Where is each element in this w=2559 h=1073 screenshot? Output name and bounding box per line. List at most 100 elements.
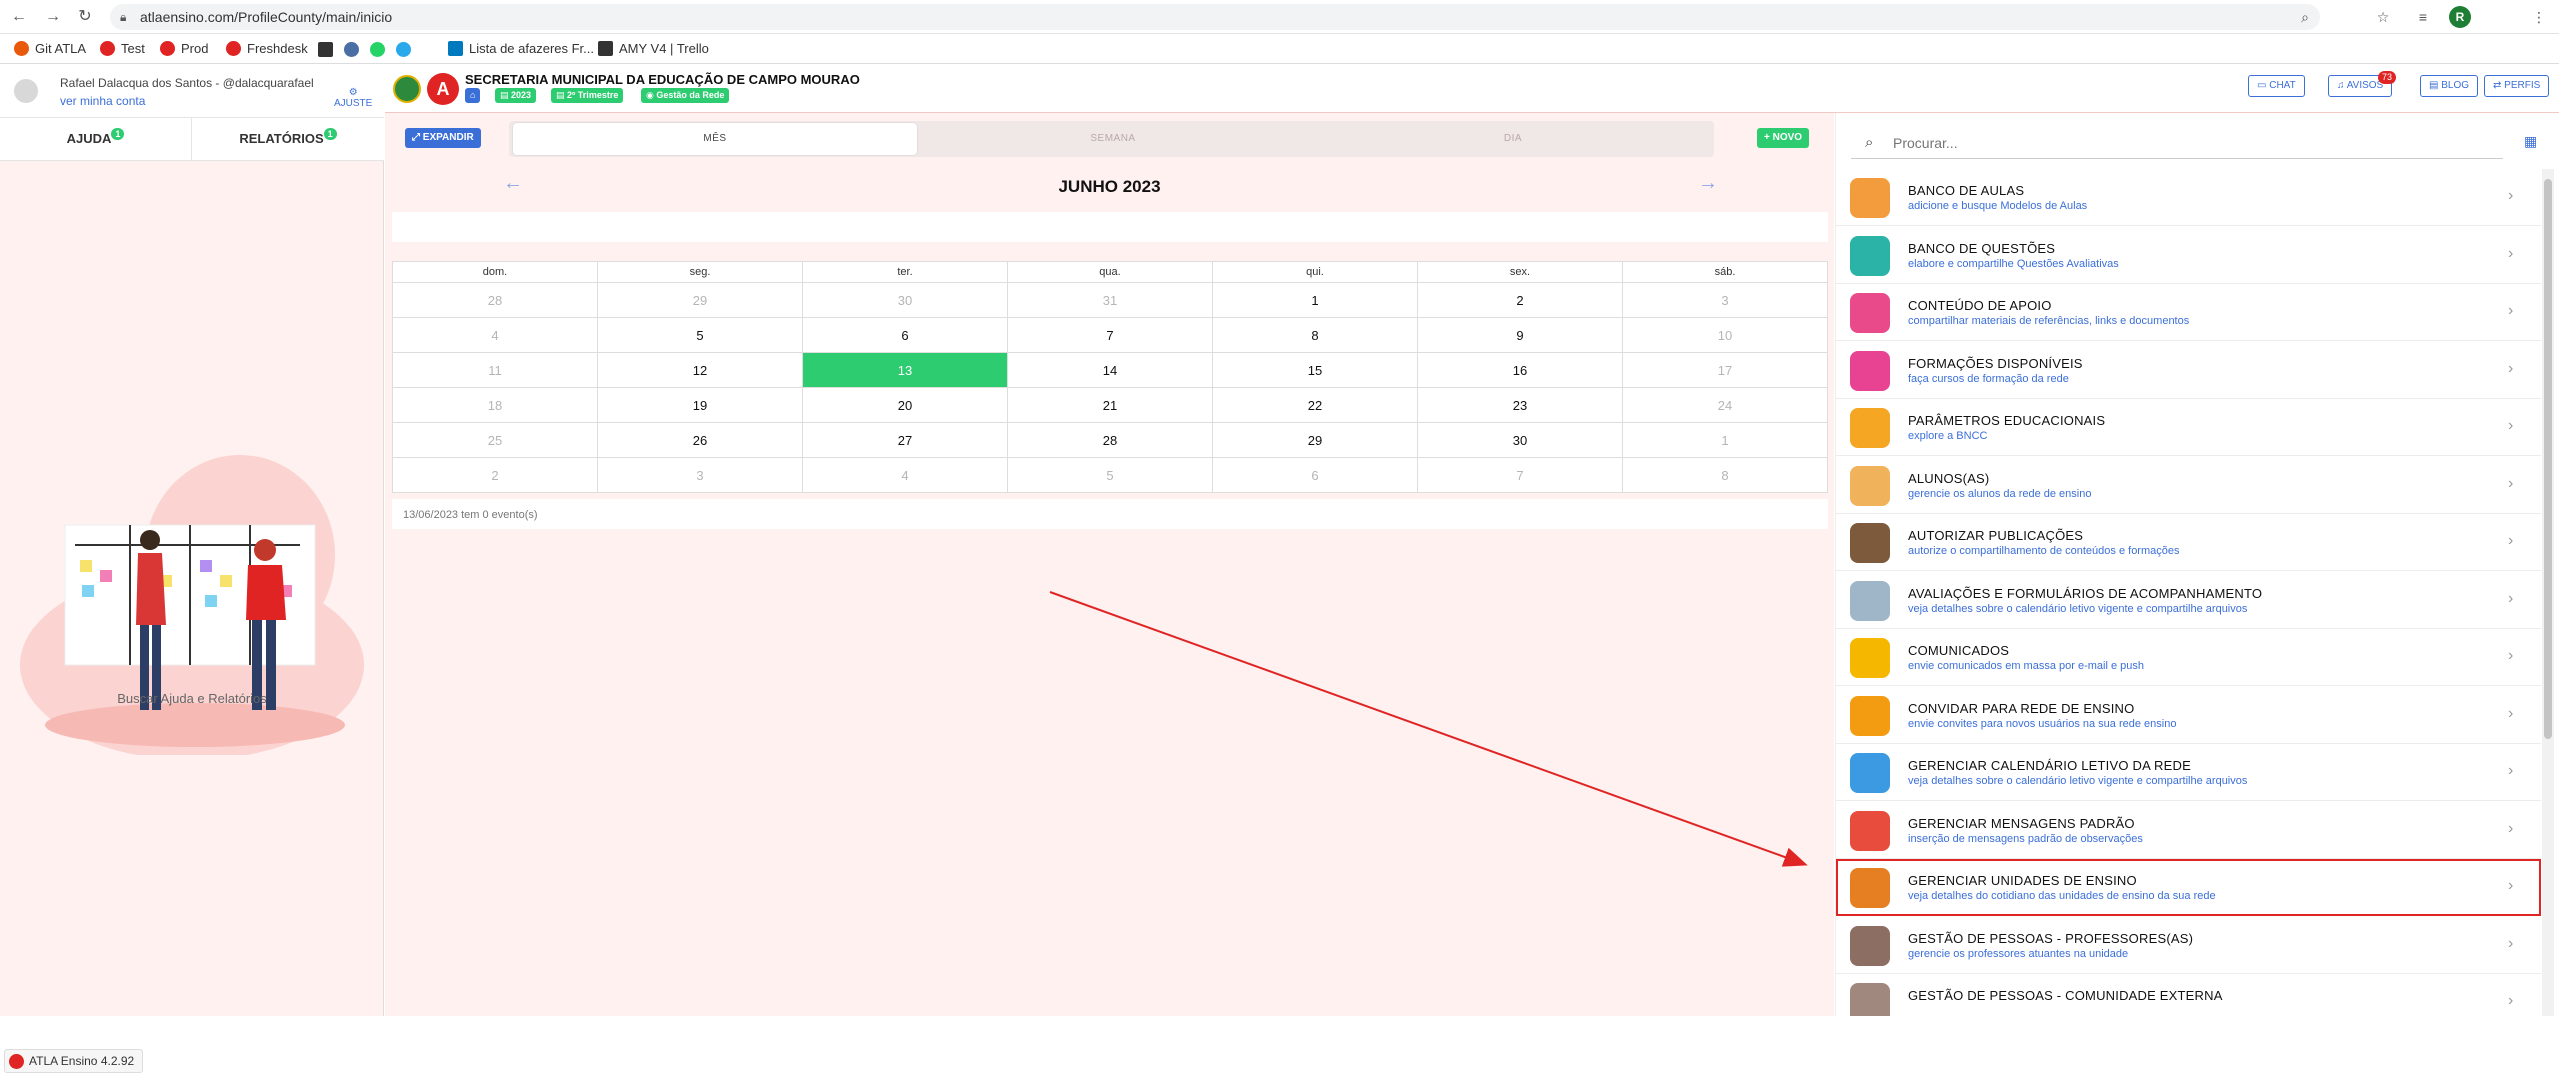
forward-icon[interactable]: → [44, 8, 62, 26]
profile-avatar[interactable]: R [2449, 6, 2471, 28]
home-chip[interactable]: ⌂ [465, 88, 481, 103]
account-link[interactable]: ver minha conta [60, 94, 145, 108]
day-cell[interactable]: 8 [1212, 317, 1418, 353]
menu-item[interactable]: GESTÃO DE PESSOAS - COMUNIDADE EXTERNA › [1836, 974, 2541, 1016]
menu-icon[interactable]: ⋮ [2530, 8, 2548, 26]
ajuste-button[interactable]: ⚙ AJUSTE [334, 87, 372, 109]
menu-item[interactable]: GERENCIAR MENSAGENS PADRÃO inserção de me… [1836, 801, 2541, 859]
menu-item[interactable]: GESTÃO DE PESSOAS - PROFESSORES(AS) geren… [1836, 916, 2541, 974]
day-cell[interactable]: 28 [1007, 422, 1213, 458]
day-cell[interactable]: 28 [392, 282, 598, 318]
menu-item[interactable]: FORMAÇÕES DISPONÍVEIS faça cursos de form… [1836, 341, 2541, 399]
tab-relatorios[interactable]: RELATÓRIOS 1 [192, 118, 384, 160]
reload-icon[interactable]: ↻ [76, 8, 94, 26]
day-cell[interactable]: 5 [1007, 457, 1213, 493]
day-cell[interactable]: 4 [392, 317, 598, 353]
day-cell[interactable]: 3 [1622, 282, 1828, 318]
day-cell[interactable]: 15 [1212, 352, 1418, 388]
search-input[interactable] [1893, 133, 2453, 153]
day-cell[interactable]: 21 [1007, 387, 1213, 423]
year-chip[interactable]: ▤ 2023 [495, 88, 537, 103]
day-cell[interactable]: 9 [1417, 317, 1623, 353]
address-bar[interactable]: 🔒︎ atlaensino.com/ProfileCounty/main/ini… [110, 4, 2320, 30]
day-cell[interactable]: 26 [597, 422, 803, 458]
day-cell[interactable]: 8 [1622, 457, 1828, 493]
day-cell[interactable]: 2 [392, 457, 598, 493]
grid-view-icon[interactable]: ▦ [2524, 133, 2537, 150]
menu-item[interactable]: AUTORIZAR PUBLICAÇÕES autorize o comparti… [1836, 514, 2541, 571]
tab-month[interactable]: MÊS [513, 123, 917, 155]
zoom-icon[interactable]: ⌕ [2296, 8, 2314, 26]
app-icon[interactable] [318, 42, 333, 57]
blog-button[interactable]: ▤ BLOG [2420, 75, 2479, 97]
day-cell[interactable]: 19 [597, 387, 803, 423]
menu-item[interactable]: BANCO DE AULAS adicione e busque Modelos … [1836, 169, 2541, 226]
whatsapp-icon[interactable] [370, 42, 385, 57]
chat-button[interactable]: ▭ CHAT [2248, 75, 2305, 97]
day-cell[interactable]: 11 [392, 352, 598, 388]
day-cell[interactable]: 23 [1417, 387, 1623, 423]
tab-ajuda[interactable]: AJUDA 1 [0, 118, 192, 160]
day-cell[interactable]: 6 [802, 317, 1008, 353]
day-cell[interactable]: 13 [802, 352, 1008, 388]
bookmark-test[interactable]: Test [100, 41, 145, 56]
menu-item[interactable]: AVALIAÇÕES E FORMULÁRIOS DE ACOMPANHAMEN… [1836, 571, 2541, 629]
menu-item[interactable]: GERENCIAR UNIDADES DE ENSINO veja detalhe… [1836, 859, 2541, 916]
menu-item[interactable]: BANCO DE QUESTÕES elabore e compartilhe Q… [1836, 226, 2541, 284]
bookmark-git-atla[interactable]: Git ATLA [14, 41, 86, 56]
back-icon[interactable]: ← [10, 8, 28, 26]
day-cell[interactable]: 5 [597, 317, 803, 353]
day-cell[interactable]: 17 [1622, 352, 1828, 388]
menu-item[interactable]: GERENCIAR CALENDÁRIO LETIVO DA REDE veja … [1836, 744, 2541, 801]
new-button[interactable]: + NOVO [1757, 128, 1810, 148]
scrollbar-thumb[interactable] [2544, 179, 2552, 739]
scrollbar[interactable] [2542, 169, 2554, 1016]
day-cell[interactable]: 14 [1007, 352, 1213, 388]
day-cell[interactable]: 24 [1622, 387, 1828, 423]
day-cell[interactable]: 1 [1212, 282, 1418, 318]
perfis-button[interactable]: ⇄ PERFIS [2484, 75, 2550, 97]
day-cell[interactable]: 16 [1417, 352, 1623, 388]
menu-item[interactable]: PARÂMETROS EDUCACIONAIS explore a BNCC › [1836, 399, 2541, 456]
telegram-icon[interactable] [396, 42, 411, 57]
support-content-icon [1850, 293, 1890, 333]
term-chip[interactable]: ▤ 2º Trimestre [551, 88, 624, 103]
day-cell[interactable]: 1 [1622, 422, 1828, 458]
day-cell[interactable]: 29 [597, 282, 803, 318]
menu-item[interactable]: COMUNICADOS envie comunicados em massa po… [1836, 629, 2541, 686]
day-cell[interactable]: 7 [1417, 457, 1623, 493]
day-cell[interactable]: 27 [802, 422, 1008, 458]
bookmark-lista-afazeres[interactable]: Lista de afazeres Fr... [448, 41, 594, 56]
star-icon[interactable]: ☆ [2374, 8, 2392, 26]
tab-week[interactable]: SEMANA [913, 121, 1313, 157]
day-cell[interactable]: 29 [1212, 422, 1418, 458]
menu-item[interactable]: CONVIDAR PARA REDE DE ENSINO envie convit… [1836, 686, 2541, 744]
bookmark-amy[interactable]: AMY V4 | Trello [598, 41, 709, 56]
day-cell[interactable]: 3 [597, 457, 803, 493]
day-cell[interactable]: 6 [1212, 457, 1418, 493]
app-icon[interactable] [344, 42, 359, 57]
day-cell[interactable]: 30 [1417, 422, 1623, 458]
menu-item[interactable]: CONTEÚDO DE APOIO compartilhar materiais … [1836, 284, 2541, 341]
day-cell[interactable]: 25 [392, 422, 598, 458]
avatar[interactable] [14, 79, 38, 103]
day-cell[interactable]: 20 [802, 387, 1008, 423]
expand-button[interactable]: ⤢ EXPANDIR [405, 128, 481, 148]
day-cell[interactable]: 10 [1622, 317, 1828, 353]
day-cell[interactable]: 30 [802, 282, 1008, 318]
day-cell[interactable]: 4 [802, 457, 1008, 493]
day-cell[interactable]: 18 [392, 387, 598, 423]
day-cell[interactable]: 22 [1212, 387, 1418, 423]
day-cell[interactable]: 2 [1417, 282, 1623, 318]
tab-day[interactable]: DIA [1313, 121, 1713, 157]
day-cell[interactable]: 12 [597, 352, 803, 388]
bookmark-prod[interactable]: Prod [160, 41, 208, 56]
day-cell[interactable]: 7 [1007, 317, 1213, 353]
bookmark-freshdesk[interactable]: Freshdesk [226, 41, 308, 56]
network-chip[interactable]: ◉ Gestão da Rede [641, 88, 730, 103]
extensions-icon[interactable]: ≡ [2414, 8, 2432, 26]
menu-item[interactable]: ALUNOS(AS) gerencie os alunos da rede de … [1836, 456, 2541, 514]
next-month-icon[interactable]: → [1698, 172, 1718, 195]
weekday-header: qui. [1212, 261, 1418, 283]
day-cell[interactable]: 31 [1007, 282, 1213, 318]
